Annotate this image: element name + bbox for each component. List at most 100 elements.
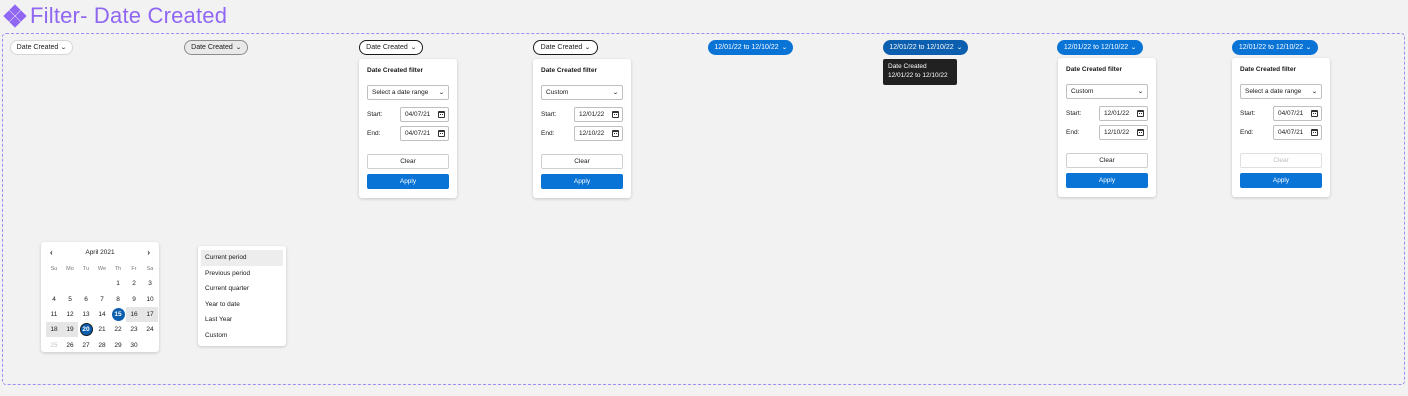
- calendar-day[interactable]: 22: [110, 322, 126, 337]
- calendar-day[interactable]: 24: [142, 322, 158, 337]
- pill-label: Date Created: [366, 44, 408, 51]
- end-date-input[interactable]: 04/07/21: [400, 126, 449, 141]
- preset-item-current-period[interactable]: Current period: [201, 250, 283, 266]
- date-range-pill-selected[interactable]: 12/01/22 to 12/10/22 ⌄: [708, 40, 793, 55]
- calendar-icon[interactable]: [1137, 129, 1144, 136]
- calendar-day[interactable]: 7: [94, 292, 110, 307]
- calendar-day[interactable]: 14: [94, 307, 110, 322]
- end-date-input[interactable]: 12/10/22: [574, 126, 623, 141]
- end-row: End: 12/10/22: [541, 126, 623, 141]
- calendar-day[interactable]: 19: [62, 322, 78, 338]
- select-value: Select a date range: [1245, 88, 1302, 95]
- date-filter-panel: Date Created filter Custom ⌄ Start: 12/01…: [1058, 58, 1156, 197]
- apply-button[interactable]: Apply: [367, 174, 449, 189]
- calendar-day[interactable]: 26: [62, 337, 78, 352]
- calendar-icon[interactable]: [438, 111, 445, 118]
- apply-button[interactable]: Apply: [1066, 173, 1148, 188]
- calendar-day[interactable]: 27: [78, 337, 94, 352]
- start-date-input[interactable]: 04/07/21: [1273, 106, 1322, 121]
- date-created-pill-active-custom[interactable]: Date Created ⌄: [533, 40, 598, 55]
- end-label: End:: [541, 130, 555, 137]
- calendar-day[interactable]: 16: [126, 306, 142, 323]
- calendar-icon[interactable]: [1137, 110, 1144, 117]
- date-picker-calendar: ‹ April 2021 › Su Mo Tu We Th Fr Sa 1 2 3 4 5 6 7 8 9 10…: [41, 242, 159, 352]
- chevron-down-icon: ⌄: [1311, 89, 1318, 95]
- date-range-select[interactable]: Custom ⌄: [1066, 84, 1148, 99]
- weekday-label: We: [97, 265, 107, 272]
- end-date-value: 04/07/21: [1278, 129, 1304, 136]
- preset-item-year-to-date[interactable]: Year to date: [201, 297, 283, 313]
- calendar-day[interactable]: 3: [142, 276, 158, 291]
- tooltip-value: 12/01/22 to 12/10/22: [888, 72, 948, 79]
- prev-month-button[interactable]: ‹: [50, 248, 53, 257]
- date-filter-panel: Date Created filter Select a date range ⌄…: [359, 59, 457, 198]
- date-filter-panel: Date Created filter Select a date range ⌄…: [1232, 58, 1330, 197]
- calendar-icon[interactable]: [612, 130, 619, 137]
- clear-button[interactable]: Clear: [367, 154, 449, 169]
- page-title: Filter- Date Created: [30, 3, 228, 28]
- calendar-icon[interactable]: [1311, 110, 1318, 117]
- start-date-input[interactable]: 12/01/22: [574, 107, 623, 122]
- apply-button[interactable]: Apply: [1240, 173, 1322, 188]
- start-date-input[interactable]: 04/07/21: [400, 107, 449, 122]
- date-range-select[interactable]: Select a date range ⌄: [1240, 84, 1322, 99]
- date-range-pill-open[interactable]: 12/01/22 to 12/10/22 ⌄: [1057, 40, 1143, 55]
- calendar-day[interactable]: 18: [46, 322, 62, 338]
- calendar-day[interactable]: 8: [110, 292, 126, 307]
- calendar-day[interactable]: 20: [78, 322, 94, 337]
- calendar-day[interactable]: 5: [62, 292, 78, 307]
- calendar-day[interactable]: 12: [62, 307, 78, 322]
- clear-button[interactable]: Clear: [1066, 153, 1148, 168]
- calendar-day[interactable]: 21: [94, 322, 110, 337]
- select-value: Custom: [546, 89, 569, 96]
- apply-button[interactable]: Apply: [541, 174, 623, 189]
- calendar-empty: [94, 276, 110, 291]
- calendar-day[interactable]: 11: [46, 307, 62, 322]
- clear-button[interactable]: Clear: [541, 154, 623, 169]
- calendar-icon[interactable]: [1311, 129, 1318, 136]
- chevron-down-icon: ⌄: [584, 45, 592, 51]
- tooltip-title: Date Created: [888, 63, 927, 70]
- calendar-day[interactable]: 6: [78, 292, 94, 307]
- preset-item-previous-period[interactable]: Previous period: [201, 266, 283, 282]
- weekday-label: Sa: [146, 265, 154, 272]
- preset-item-current-quarter[interactable]: Current quarter: [201, 281, 283, 297]
- end-date-value: 04/07/21: [405, 130, 431, 137]
- start-label: Start:: [367, 111, 383, 118]
- calendar-day[interactable]: 28: [94, 337, 110, 352]
- calendar-day[interactable]: 2: [126, 276, 142, 291]
- calendar-day[interactable]: 25: [46, 337, 62, 352]
- preset-item-last-year[interactable]: Last Year: [201, 312, 283, 328]
- calendar-icon[interactable]: [612, 111, 619, 118]
- end-date-value: 12/10/22: [1104, 129, 1130, 136]
- end-row: End: 12/10/22: [1066, 125, 1148, 140]
- chevron-down-icon: ⌄: [60, 45, 68, 51]
- date-range-pill-reset[interactable]: 12/01/22 to 12/10/22 ⌄: [1232, 40, 1318, 55]
- calendar-day[interactable]: 29: [110, 337, 126, 352]
- date-created-pill-hover[interactable]: Date Created ⌄: [184, 40, 248, 55]
- calendar-day[interactable]: 30: [126, 337, 142, 352]
- end-date-input[interactable]: 04/07/21: [1273, 125, 1322, 140]
- calendar-day[interactable]: 15: [110, 307, 126, 322]
- date-range-select[interactable]: Custom ⌄: [541, 85, 623, 100]
- calendar-day[interactable]: 9: [126, 292, 142, 307]
- start-date-input[interactable]: 12/01/22: [1099, 106, 1148, 121]
- next-month-button[interactable]: ›: [147, 248, 150, 257]
- date-created-pill-default[interactable]: Date Created ⌄: [10, 40, 73, 55]
- start-label: Start:: [1240, 110, 1256, 117]
- date-created-pill-active[interactable]: Date Created ⌄: [359, 40, 423, 55]
- calendar-day[interactable]: 10: [142, 292, 158, 307]
- calendar-empty: [78, 276, 94, 291]
- calendar-icon[interactable]: [438, 130, 445, 137]
- date-range-select[interactable]: Select a date range ⌄: [367, 85, 449, 100]
- calendar-day[interactable]: 17: [142, 306, 158, 323]
- pill-label: Date Created: [16, 44, 59, 51]
- clear-button-disabled[interactable]: Clear: [1240, 153, 1322, 168]
- calendar-day[interactable]: 13: [78, 307, 94, 322]
- calendar-day[interactable]: 4: [46, 292, 62, 307]
- calendar-day[interactable]: 1: [110, 276, 126, 291]
- preset-item-custom[interactable]: Custom: [201, 328, 283, 344]
- calendar-day[interactable]: 23: [126, 322, 142, 337]
- date-range-pill-hover[interactable]: 12/01/22 to 12/10/22 ⌄: [883, 40, 968, 55]
- end-date-input[interactable]: 12/10/22: [1099, 125, 1148, 140]
